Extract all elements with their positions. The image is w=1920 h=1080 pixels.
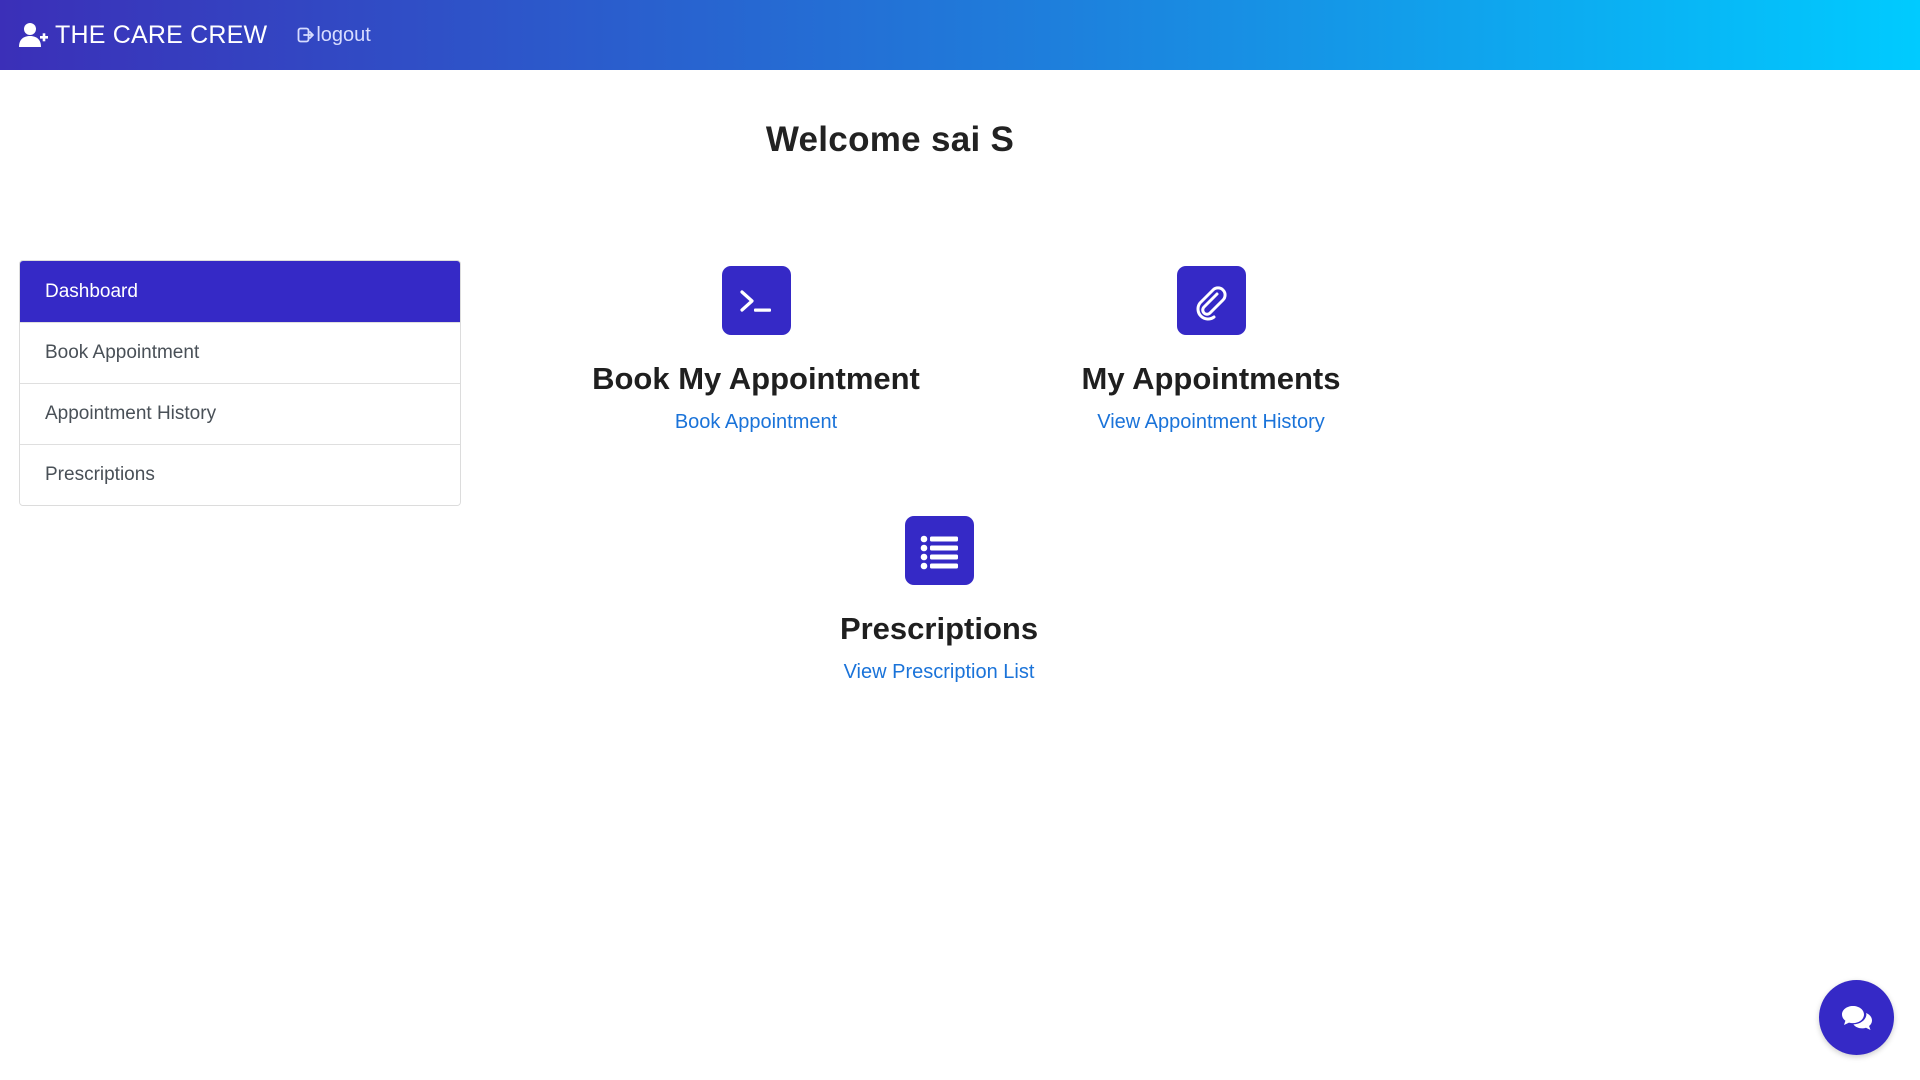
- top-navbar: THE CARE CREW logout: [0, 0, 1920, 70]
- view-prescription-list-link[interactable]: View Prescription List: [844, 661, 1035, 684]
- card-title: My Appointments: [1081, 361, 1341, 396]
- welcome-heading: Welcome sai S: [765, 120, 1015, 159]
- paperclip-icon: [1196, 285, 1227, 320]
- book-appointment-link[interactable]: Book Appointment: [675, 411, 837, 434]
- sidebar-menu: Dashboard Book Appointment Appointment H…: [19, 260, 461, 506]
- list-icon-box: [904, 516, 974, 585]
- prescriptions-card: Prescriptions View Prescription List: [729, 516, 1149, 684]
- sidebar-item-book-appointment[interactable]: Book Appointment: [20, 322, 460, 383]
- paperclip-icon-box: [1176, 266, 1246, 335]
- logout-label: logout: [316, 23, 371, 46]
- sidebar-item-prescriptions[interactable]: Prescriptions: [20, 444, 460, 505]
- logout-link[interactable]: logout: [297, 24, 371, 47]
- card-title: Book My Appointment: [592, 361, 920, 396]
- chat-bubbles-icon: [1841, 1005, 1872, 1030]
- terminal-icon-box: [721, 266, 791, 335]
- view-appointment-history-link[interactable]: View Appointment History: [1097, 411, 1325, 434]
- sidebar-item-appointment-history[interactable]: Appointment History: [20, 383, 460, 444]
- user-plus-icon: [19, 23, 48, 47]
- sign-out-icon: [297, 27, 315, 43]
- card-title: Prescriptions: [839, 611, 1039, 646]
- sidebar-item-dashboard[interactable]: Dashboard: [20, 261, 460, 322]
- list-icon: [920, 535, 958, 569]
- brand-link[interactable]: THE CARE CREW: [19, 21, 267, 50]
- chat-button[interactable]: [1819, 980, 1894, 1055]
- brand-title: THE CARE CREW: [55, 20, 268, 49]
- book-appointment-card: Book My Appointment Book Appointment: [546, 266, 966, 434]
- terminal-icon: [740, 289, 771, 312]
- my-appointments-card: My Appointments View Appointment History: [1001, 266, 1421, 434]
